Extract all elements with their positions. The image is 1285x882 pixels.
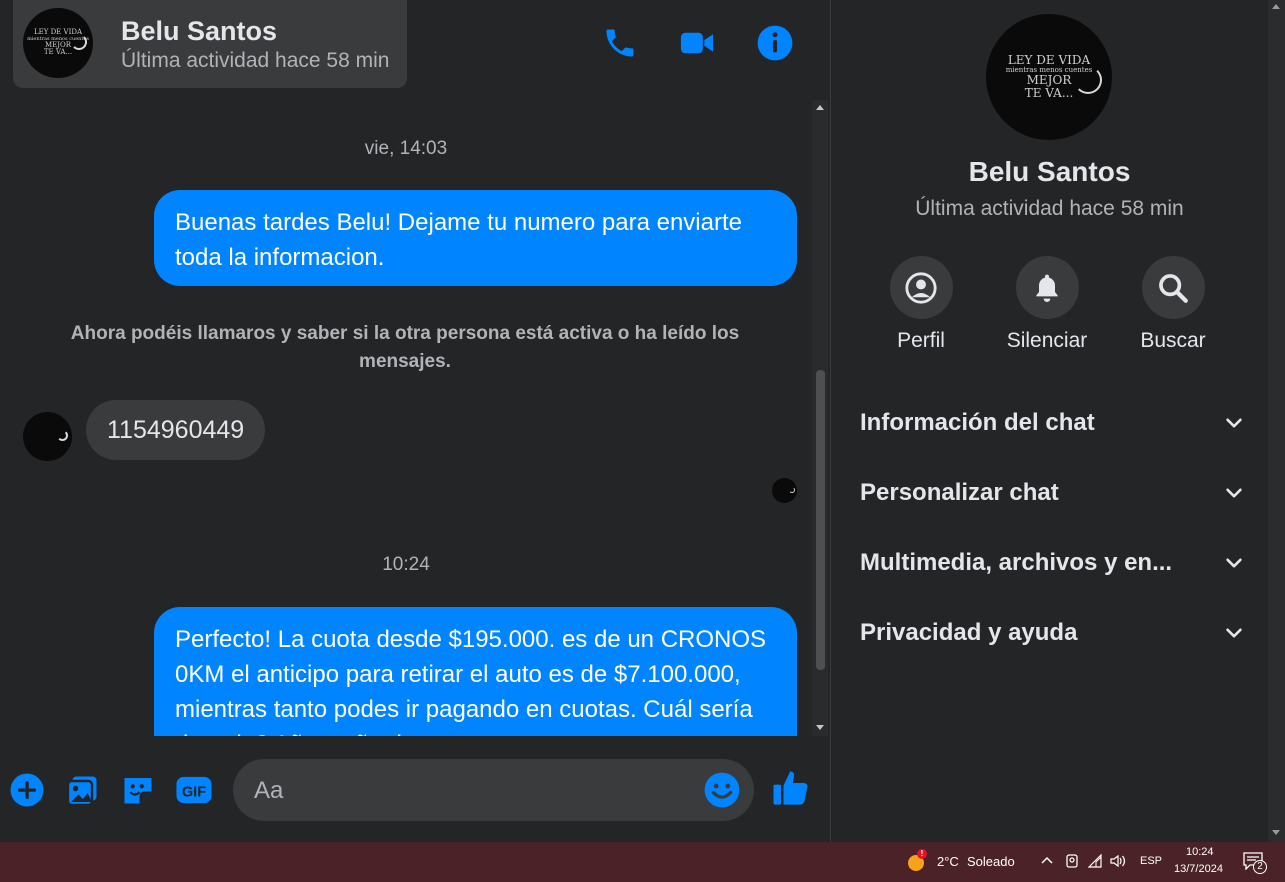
phone-icon [606,29,634,57]
chevron-down-icon [1226,418,1242,428]
outgoing-message[interactable]: Perfecto! La cuota desde $195.000. es de… [154,607,797,736]
gif-button[interactable]: GIF [174,770,214,810]
message-scrollbar[interactable] [812,100,828,736]
search-action-button[interactable]: Buscar [1123,256,1223,353]
profile-action-button[interactable]: Perfil [871,256,971,353]
search-action-label: Buscar [1140,329,1206,352]
windows-taskbar: ! 2°C Soleado ESP 10:24 13/7/2024 2 [0,842,1285,882]
mute-action-label: Silenciar [1006,329,1088,352]
conversation-info-button[interactable] [755,23,795,63]
read-receipt-avatar [772,478,797,503]
phone-call-button[interactable] [600,23,640,63]
section-title: Privacidad y ayuda [860,619,1078,646]
moon-icon [1074,66,1102,94]
profile-action-circle [889,256,953,319]
meet-now-button[interactable] [1065,853,1079,874]
scroll-down-arrow-icon[interactable] [816,725,824,730]
info-icon [757,25,793,61]
video-camera-icon [680,32,714,54]
sticker-button[interactable] [118,770,158,810]
attach-photo-button[interactable] [63,770,103,810]
window-scrollbar[interactable] [1268,0,1285,842]
svg-text:GIF: GIF [182,785,206,801]
emoji-button[interactable] [703,771,741,809]
mute-action-button[interactable]: Silenciar [997,256,1097,353]
outgoing-message[interactable]: Buenas tardes Belu! Dejame tu numero par… [154,190,797,286]
contact-header[interactable]: LEY DE VIDA mientras menos cuentes MEJOR… [13,0,407,88]
profile-name: Belu Santos [968,156,1131,187]
scroll-up-arrow-icon[interactable] [1272,4,1280,9]
sender-avatar[interactable] [23,412,72,461]
conversation-info-panel: LEY DE VIDA mientras menos cuentes MEJOR… [831,0,1268,842]
section-title: Información del chat [860,409,1095,436]
notification-count-badge: 2 [1253,860,1267,874]
messenger-app: LEY DE VIDA mientras menos cuentes MEJOR… [0,0,1285,842]
profile-action-label: Perfil [897,329,945,352]
mute-action-circle [1015,256,1079,319]
weather-alert-badge: ! [917,849,927,859]
message-list[interactable]: vie, 14:03 Buenas tardes Belu! Dejame tu… [0,100,812,736]
section-title: Personalizar chat [860,479,1059,506]
contact-name[interactable]: Belu Santos [121,16,277,47]
incoming-message[interactable]: 1154960449 [86,400,266,460]
system-notice: Ahora podéis llamaros y saber si la otra… [70,323,740,372]
weather-widget[interactable]: ! [906,849,927,872]
chevron-down-icon [1226,558,1242,568]
search-icon [1159,273,1188,303]
sticker-icon [124,778,152,804]
moon-icon [71,34,87,50]
image-icon [66,776,97,807]
more-actions-button[interactable] [7,770,47,810]
profile-picture[interactable]: LEY DE VIDA mientras menos cuentes MEJOR… [986,14,1112,140]
notifications-button[interactable]: 2 [1243,852,1269,874]
input-language[interactable]: ESP [1140,855,1162,867]
message-input-placeholder: Aa [254,777,284,804]
avatar-text-line: TE VA... [43,48,73,57]
section-privacy-help[interactable]: Privacidad y ayuda [860,611,1245,655]
contact-status: Última actividad hace 58 min [121,49,390,72]
clock-time[interactable]: 10:24 [1186,846,1214,858]
scroll-down-arrow-icon[interactable] [1272,830,1280,835]
message-timestamp: vie, 14:03 [364,138,448,159]
chevron-down-icon [1226,488,1242,498]
message-timestamp: 10:24 [382,554,430,575]
contact-avatar[interactable]: LEY DE VIDA mientras menos cuentes MEJOR… [23,8,93,78]
thumbs-up-icon [773,771,808,805]
message-input[interactable]: Aa [233,759,754,821]
network-button[interactable] [1087,853,1104,873]
gif-icon: GIF [176,776,212,804]
show-hidden-icons-button[interactable] [1040,854,1054,873]
chat-pane: LEY DE VIDA mientras menos cuentes MEJOR… [0,0,830,842]
speaker-icon [1110,854,1126,868]
moon-icon [789,487,795,493]
section-title: Multimedia, archivos y en... [860,549,1173,576]
emoji-icon [704,772,740,808]
scroll-up-arrow-icon[interactable] [816,105,824,110]
search-action-circle [1141,256,1205,319]
chevron-up-icon [1041,856,1053,864]
volume-button[interactable] [1110,854,1128,873]
wifi-icon [1087,853,1102,868]
video-call-button[interactable] [677,23,717,63]
weather-description[interactable]: Soleado [967,854,1015,869]
plus-circle-icon [10,773,44,807]
like-button[interactable] [771,768,811,808]
bell-icon [1036,274,1058,302]
camera-icon [1066,854,1078,868]
section-customize-chat[interactable]: Personalizar chat [860,471,1245,515]
scrollbar-thumb[interactable] [816,370,825,670]
clock-date[interactable]: 13/7/2024 [1174,863,1223,875]
section-chat-info[interactable]: Información del chat [860,401,1245,445]
moon-icon [57,430,68,441]
profile-icon [905,271,937,304]
section-media-files[interactable]: Multimedia, archivos y en... [860,541,1245,585]
chevron-down-icon [1226,628,1242,638]
weather-temperature[interactable]: 2°C [937,854,959,869]
profile-status: Última actividad hace 58 min [915,197,1184,220]
